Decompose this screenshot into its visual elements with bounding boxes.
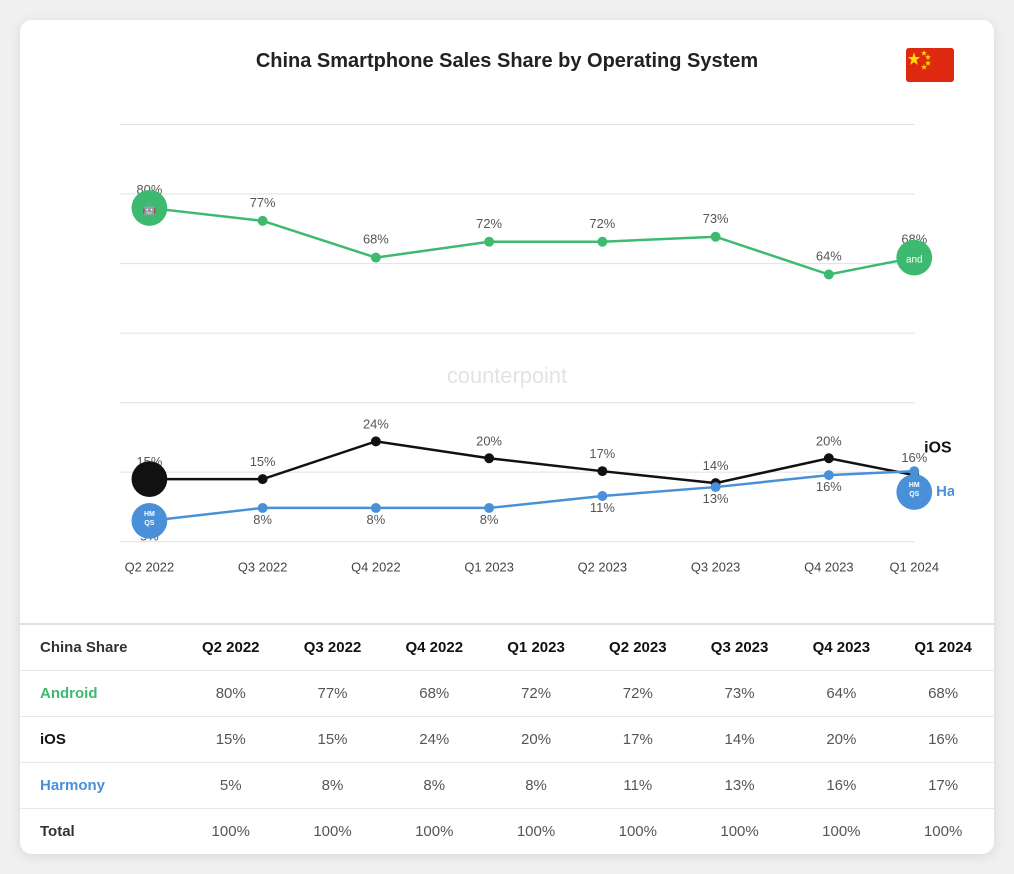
col-header-q4-2023: Q4 2023 (790, 625, 892, 671)
cell-value: 100% (383, 809, 485, 855)
svg-text:14%: 14% (703, 458, 729, 473)
svg-text:Q2 2023: Q2 2023 (578, 560, 628, 575)
svg-text:HM: HM (144, 511, 155, 518)
cell-value: 8% (282, 763, 384, 809)
col-header-q1-2024: Q1 2024 (892, 625, 994, 671)
svg-text:8%: 8% (367, 512, 386, 527)
svg-text:20%: 20% (816, 433, 842, 448)
line-chart: 80% 77% 68% 72% 72% 73% 64% 68% 🤖 and an… (60, 93, 954, 603)
cell-value: 100% (689, 809, 791, 855)
cell-value: 13% (689, 763, 791, 809)
svg-text:8%: 8% (480, 512, 499, 527)
svg-text:Q2 2022: Q2 2022 (125, 560, 175, 575)
chart-area: 80% 77% 68% 72% 72% 73% 64% 68% 🤖 and an… (60, 93, 954, 603)
svg-text:Q4 2022: Q4 2022 (351, 560, 401, 575)
cell-value: 100% (587, 809, 689, 855)
svg-text:🤖: 🤖 (143, 203, 157, 216)
svg-text:73%: 73% (703, 211, 729, 226)
cell-value: 80% (180, 671, 282, 717)
cell-value: 73% (689, 671, 791, 717)
col-header-q3-2022: Q3 2022 (282, 625, 384, 671)
svg-text:13%: 13% (703, 491, 729, 506)
cell-value: 16% (892, 717, 994, 763)
main-container: China Smartphone Sales Share by Operatin… (20, 20, 994, 854)
cell-value: 8% (485, 763, 587, 809)
cell-value: 72% (485, 671, 587, 717)
cell-value: 68% (892, 671, 994, 717)
svg-text:Q3 2023: Q3 2023 (691, 560, 741, 575)
col-header-q4-2022: Q4 2022 (383, 625, 485, 671)
cell-value: 17% (587, 717, 689, 763)
svg-text:68%: 68% (363, 232, 389, 247)
cell-value: 100% (180, 809, 282, 855)
cell-value: 8% (383, 763, 485, 809)
col-header-q2-2022: Q2 2022 (180, 625, 282, 671)
col-header-q3-2023: Q3 2023 (689, 625, 791, 671)
col-header-china-share: China Share (20, 625, 180, 671)
cell-value: 100% (892, 809, 994, 855)
svg-text:64%: 64% (816, 249, 842, 264)
table-row: iOS15%15%24%20%17%14%20%16% (20, 717, 994, 763)
svg-text:16%: 16% (816, 479, 842, 494)
svg-text:15%: 15% (250, 454, 276, 469)
row-label: Total (20, 809, 180, 855)
cell-value: 100% (790, 809, 892, 855)
svg-text:Q1 2023: Q1 2023 (464, 560, 514, 575)
cell-value: 5% (180, 763, 282, 809)
cell-value: 20% (485, 717, 587, 763)
cell-value: 24% (383, 717, 485, 763)
cell-value: 100% (485, 809, 587, 855)
svg-text:Q1 2024: Q1 2024 (890, 560, 940, 575)
svg-text:QS: QS (909, 491, 919, 498)
col-header-q2-2023: Q2 2023 (587, 625, 689, 671)
row-label: Harmony (20, 763, 180, 809)
cell-value: 68% (383, 671, 485, 717)
row-label: iOS (20, 717, 180, 763)
cell-value: 11% (587, 763, 689, 809)
chart-section: China Smartphone Sales Share by Operatin… (20, 20, 994, 623)
svg-text:Q3 2022: Q3 2022 (238, 560, 288, 575)
svg-text:24%: 24% (363, 416, 389, 431)
svg-text:8%: 8% (253, 512, 272, 527)
svg-text:Q4 2023: Q4 2023 (804, 560, 854, 575)
table-row: Android80%77%68%72%72%73%64%68% (20, 671, 994, 717)
row-label: Android (20, 671, 180, 717)
table-row: Harmony5%8%8%8%11%13%16%17% (20, 763, 994, 809)
svg-text:HM: HM (909, 482, 920, 489)
col-header-q1-2023: Q1 2023 (485, 625, 587, 671)
svg-text:HarmonyOS: HarmonyOS (936, 484, 954, 500)
china-flag (906, 48, 954, 82)
svg-text:17%: 17% (589, 446, 615, 461)
chart-title: China Smartphone Sales Share by Operatin… (60, 50, 954, 73)
cell-value: 100% (282, 809, 384, 855)
cell-value: 72% (587, 671, 689, 717)
svg-text:iOS: iOS (924, 439, 951, 456)
cell-value: 17% (892, 763, 994, 809)
svg-text:72%: 72% (589, 216, 615, 231)
svg-text:72%: 72% (476, 216, 502, 231)
cell-value: 15% (180, 717, 282, 763)
svg-text:QS: QS (144, 520, 154, 527)
svg-text:11%: 11% (590, 500, 615, 515)
svg-text:counterpoint: counterpoint (447, 363, 567, 388)
svg-text:and: and (906, 255, 923, 266)
cell-value: 20% (790, 717, 892, 763)
cell-value: 16% (790, 763, 892, 809)
svg-text:20%: 20% (476, 433, 502, 448)
cell-value: 14% (689, 717, 791, 763)
cell-value: 15% (282, 717, 384, 763)
cell-value: 77% (282, 671, 384, 717)
svg-text:77%: 77% (250, 195, 276, 210)
table-row: Total100%100%100%100%100%100%100%100% (20, 809, 994, 855)
cell-value: 64% (790, 671, 892, 717)
data-table: China Share Q2 2022 Q3 2022 Q4 2022 Q1 2… (20, 623, 994, 854)
